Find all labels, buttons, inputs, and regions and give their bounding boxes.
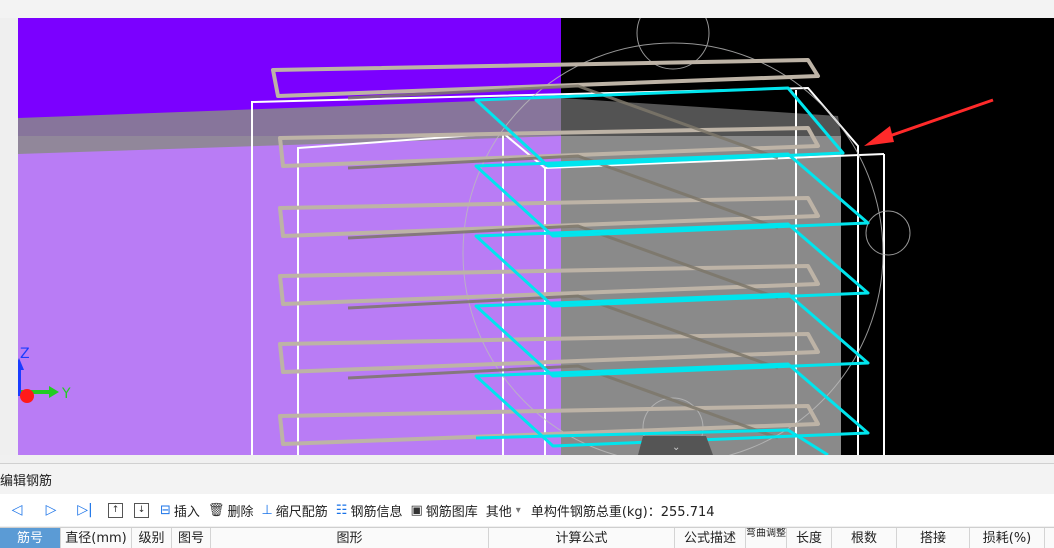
col-header-shape-no[interactable]: 图号 bbox=[172, 528, 211, 548]
chevron-down-icon: ▾ bbox=[515, 504, 521, 516]
rebar-info-button[interactable]: ☷ 钢筋信息 bbox=[332, 498, 407, 522]
ruler-icon: ⊥ bbox=[261, 502, 273, 518]
trash-icon: 🗑 bbox=[207, 502, 225, 518]
library-icon: ▣ bbox=[410, 502, 423, 518]
insert-button[interactable]: ⊟ 插入 bbox=[156, 498, 204, 522]
col-header-count[interactable]: 根数 bbox=[832, 528, 897, 548]
col-header-bar-no[interactable]: 筋号 bbox=[0, 528, 61, 548]
col-header-loss[interactable]: 损耗(%) bbox=[970, 528, 1045, 548]
rebar-3d-scene[interactable]: ⌄ Z Y bbox=[18, 18, 1054, 455]
3d-viewport[interactable]: ⌄ Z Y bbox=[18, 18, 1054, 455]
move-up-button[interactable]: ↑ bbox=[102, 498, 130, 522]
first-record-button[interactable]: ◁ bbox=[0, 498, 34, 522]
total-weight-label: 单构件钢筋总重(kg)：255.714 bbox=[530, 504, 715, 520]
move-down-button[interactable]: ↓ bbox=[130, 498, 156, 522]
col-header-shape[interactable]: 图形 bbox=[211, 528, 489, 548]
scale-rebar-label: 缩尺配筋 bbox=[275, 504, 328, 520]
insert-label: 插入 bbox=[173, 504, 200, 520]
col-header-length[interactable]: 长度 bbox=[787, 528, 832, 548]
delete-button[interactable]: 🗑 删除 bbox=[204, 498, 258, 522]
arrow-up-box-icon: ↑ bbox=[108, 502, 123, 518]
col-header-diameter[interactable]: 直径(mm) bbox=[61, 528, 132, 548]
arrow-down-box-icon: ↓ bbox=[134, 502, 149, 518]
insert-icon: ⊟ bbox=[160, 502, 171, 518]
last-record-button[interactable]: ▷| bbox=[68, 498, 102, 522]
rebar-toolbar: ◁ ▷ ▷| ↑ ↓ ⊟ 插入 🗑 删除 ⊥ 缩尺配筋 ☷ 钢筋信息 ▣ 钢筋图… bbox=[0, 494, 1054, 526]
scale-rebar-button[interactable]: ⊥ 缩尺配筋 bbox=[257, 498, 331, 522]
top-bar bbox=[0, 0, 1054, 18]
other-dropdown[interactable]: 其他 ▾ bbox=[482, 498, 525, 522]
info-list-icon: ☷ bbox=[335, 502, 348, 518]
col-header-bend-adjust[interactable]: 弯曲调整 bbox=[746, 528, 787, 548]
delete-label: 删除 bbox=[227, 504, 254, 520]
panel-title: 编辑钢筋 bbox=[0, 474, 53, 489]
col-header-splice[interactable]: 搭接 bbox=[897, 528, 970, 548]
rebar-library-button[interactable]: ▣ 钢筋图库 bbox=[406, 498, 481, 522]
svg-text:⌄: ⌄ bbox=[672, 442, 680, 453]
axis-z-label: Z bbox=[20, 346, 30, 362]
rebar-library-label: 钢筋图库 bbox=[425, 504, 478, 520]
rebar-grid-header: 筋号 直径(mm) 级别 图号 图形 计算公式 公式描述 弯曲调整 长度 根数 … bbox=[0, 527, 1054, 548]
next-record-button[interactable]: ▷ bbox=[34, 498, 68, 522]
col-header-formula-desc[interactable]: 公式描述 bbox=[675, 528, 746, 548]
rebar-info-label: 钢筋信息 bbox=[350, 504, 403, 520]
col-header-grade[interactable]: 级别 bbox=[132, 528, 172, 548]
other-label: 其他 bbox=[485, 504, 512, 520]
axis-y-label: Y bbox=[61, 386, 71, 402]
left-strip bbox=[0, 18, 18, 455]
panel-title-bar: 编辑钢筋 bbox=[0, 463, 1054, 494]
col-header-formula[interactable]: 计算公式 bbox=[489, 528, 675, 548]
